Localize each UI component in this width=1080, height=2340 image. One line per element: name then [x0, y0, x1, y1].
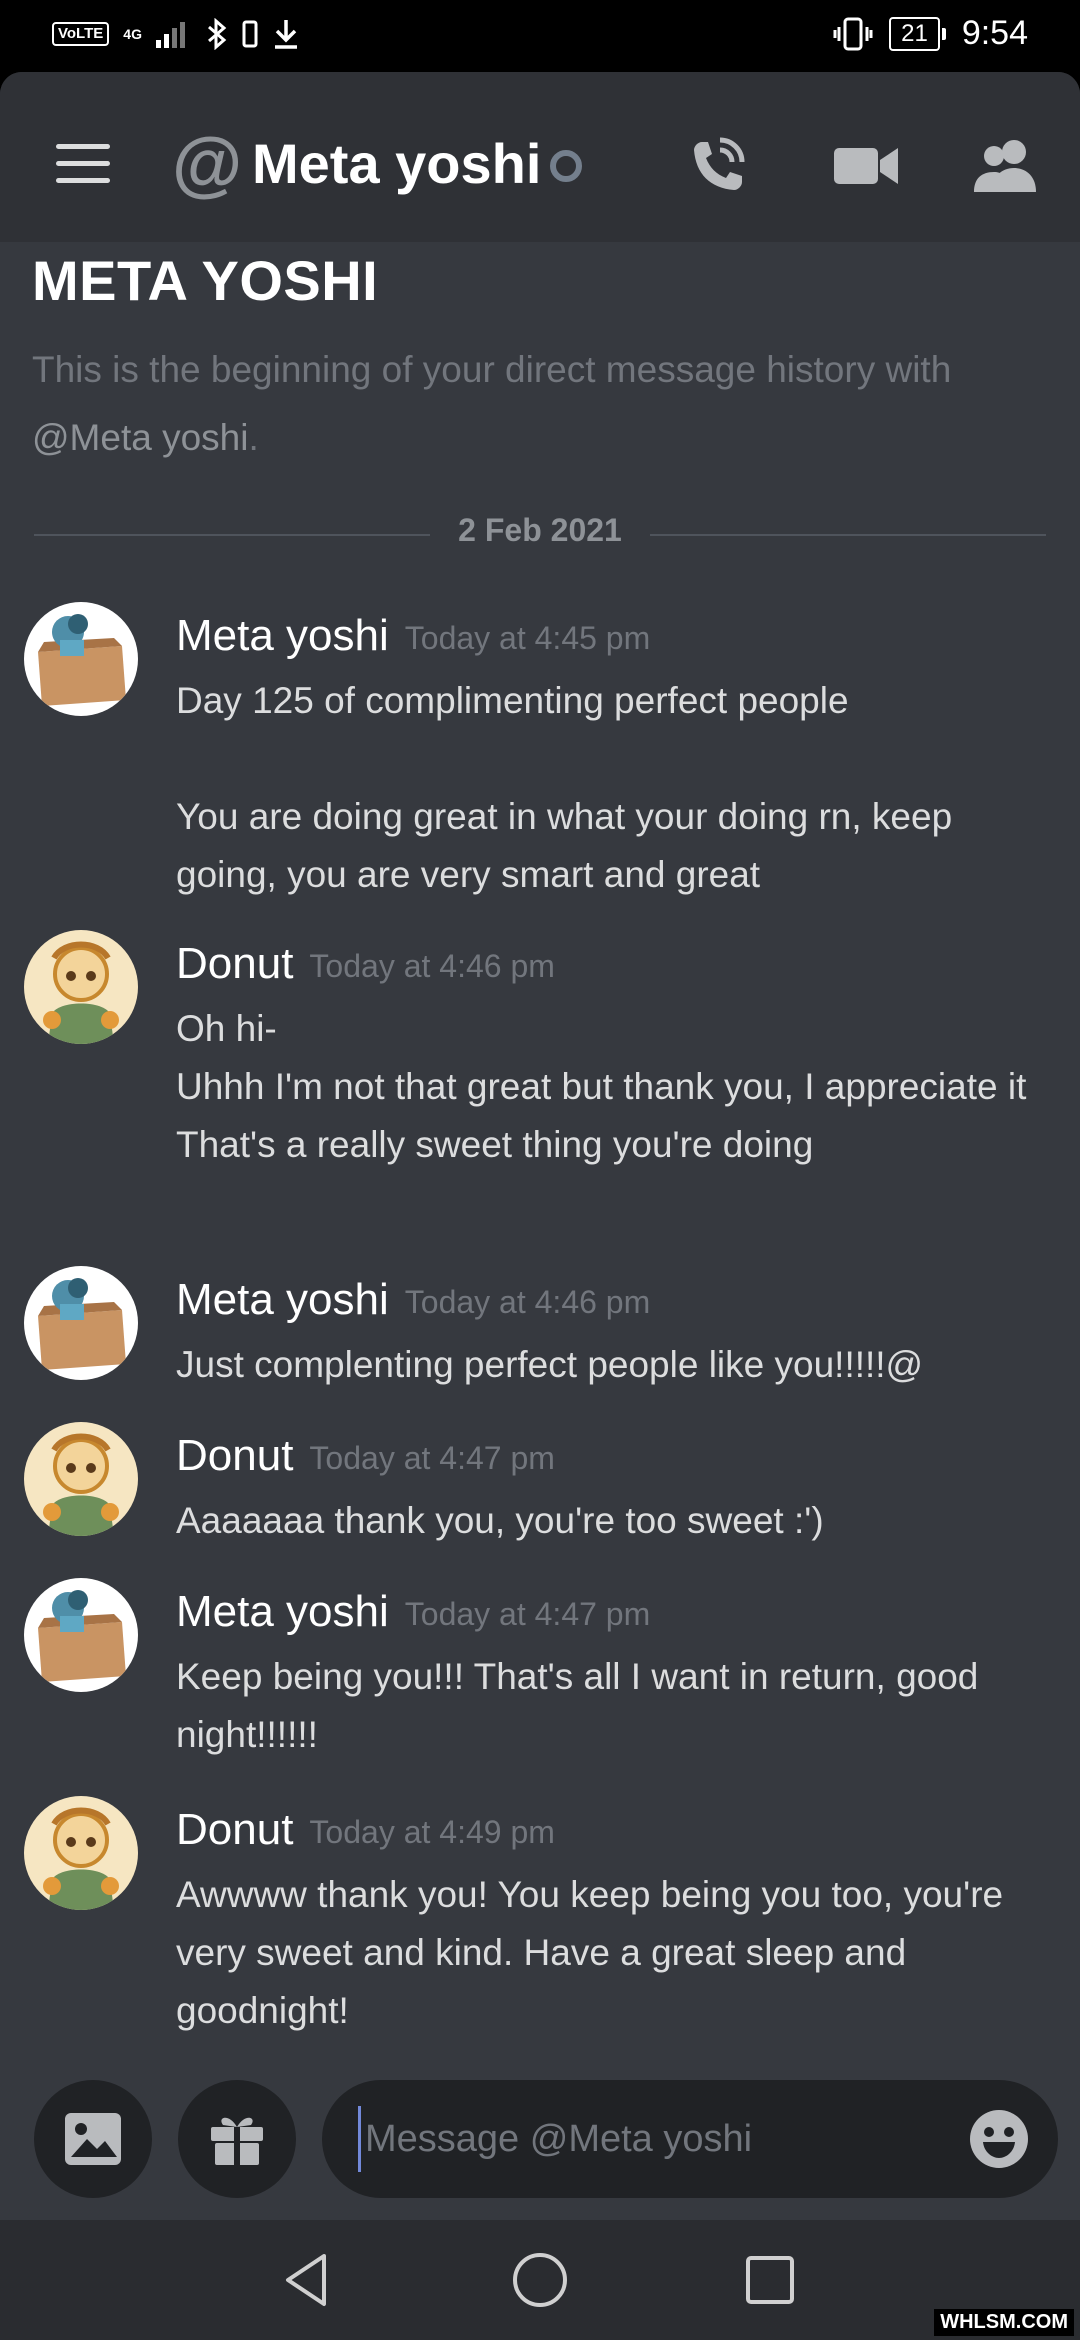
message-author[interactable]: Meta yoshi — [176, 1275, 389, 1324]
dm-heading: META YOSHI — [32, 249, 379, 312]
message-timestamp: Today at 4:47 pm — [404, 1596, 651, 1633]
vibrate-small-icon — [242, 20, 258, 48]
video-call-icon[interactable] — [830, 130, 902, 202]
message-content: Just complenting perfect people like you… — [176, 1344, 924, 1385]
battery-level: 21 — [889, 16, 940, 51]
message-content: Awwww thank you! You keep being you too,… — [176, 1874, 1014, 2031]
message-author[interactable]: Donut — [176, 1805, 293, 1854]
message-content: Day 125 of complimenting perfect people … — [176, 680, 953, 895]
avatar-meta-yoshi[interactable] — [24, 1266, 138, 1380]
intro-mention[interactable]: @Meta yoshi — [32, 417, 248, 458]
image-attach-button[interactable] — [34, 2080, 152, 2198]
emoji-icon[interactable] — [968, 2108, 1030, 2170]
message-author[interactable]: Donut — [176, 939, 293, 988]
offline-status-icon — [550, 150, 582, 182]
message-input-container — [322, 2080, 1058, 2198]
image-icon — [65, 2113, 121, 2165]
home-icon[interactable] — [508, 2248, 572, 2312]
hamburger-menu-icon[interactable] — [56, 144, 110, 184]
signal-icon — [155, 22, 185, 48]
volte-indicator: VoLTE — [52, 22, 110, 46]
message-content: Keep being you!!! That's all I want in r… — [176, 1656, 989, 1755]
avatar-donut[interactable] — [24, 1422, 138, 1536]
dm-intro-text: This is the beginning of your direct mes… — [32, 349, 952, 458]
message-timestamp: Today at 4:47 pm — [309, 1440, 555, 1477]
download-icon — [274, 20, 297, 49]
avatar-donut[interactable] — [24, 1796, 138, 1910]
avatar-meta-yoshi[interactable] — [24, 602, 138, 716]
message-author[interactable]: Meta yoshi — [176, 1587, 389, 1636]
channel-header: @ Meta yoshi — [0, 72, 1080, 242]
at-icon: @ — [172, 124, 243, 204]
clock: 9:54 — [961, 14, 1028, 52]
channel-title: Meta yoshi — [252, 132, 542, 195]
message-content: Aaaaaaa thank you, you're too sweet :') — [176, 1500, 824, 1541]
battery-icon: 21 — [889, 16, 946, 51]
watermark: WHLSM.COM — [934, 2309, 1074, 2336]
gift-button[interactable] — [178, 2080, 296, 2198]
vibrate-icon — [833, 17, 873, 50]
back-icon[interactable] — [276, 2248, 340, 2312]
status-bar: VoLTE 4G 21 9:54 — [0, 0, 1080, 72]
message-timestamp: Today at 4:46 pm — [404, 1284, 651, 1321]
chat-screen: @ Meta yoshi META YOSHI This is the begi… — [0, 72, 1080, 2220]
message-timestamp: Today at 4:46 pm — [309, 948, 555, 985]
message-author[interactable]: Donut — [176, 1431, 293, 1480]
recents-icon[interactable] — [738, 2248, 802, 2312]
avatar-meta-yoshi[interactable] — [24, 1578, 138, 1692]
system-nav-bar: WHLSM.COM — [0, 2220, 1080, 2340]
message-input[interactable] — [358, 2106, 927, 2172]
message-timestamp: Today at 4:49 pm — [309, 1814, 555, 1851]
members-icon[interactable] — [970, 130, 1042, 202]
message-timestamp: Today at 4:45 pm — [404, 620, 651, 657]
gift-icon — [211, 2117, 263, 2165]
date-divider-label: 2 Feb 2021 — [430, 512, 650, 549]
avatar-donut[interactable] — [24, 930, 138, 1044]
network-indicator: 4G — [123, 26, 142, 42]
message-content: Oh hi- Uhhh I'm not that great but thank… — [176, 1008, 1027, 1165]
bluetooth-icon — [207, 18, 227, 50]
voice-call-icon[interactable] — [680, 130, 752, 202]
message-author[interactable]: Meta yoshi — [176, 611, 389, 660]
